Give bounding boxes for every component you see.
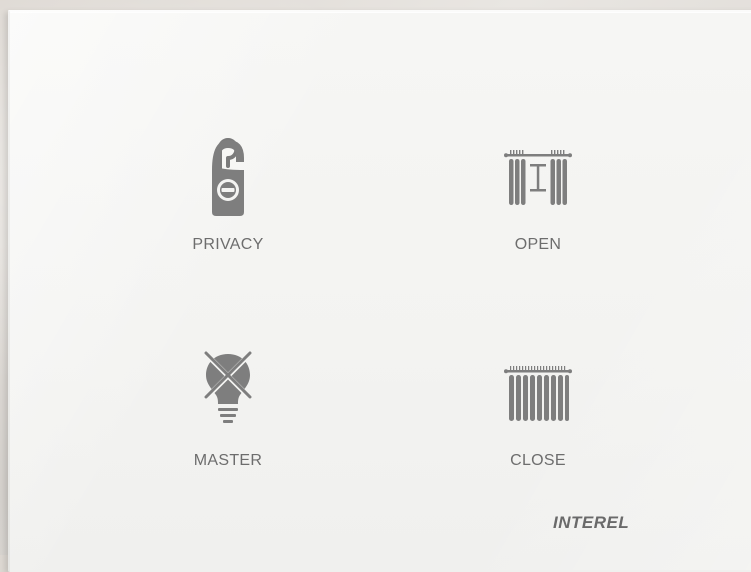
close-key[interactable]: CLOSE bbox=[458, 346, 618, 486]
privacy-label: PRIVACY bbox=[192, 236, 264, 253]
master-key[interactable]: MASTER bbox=[148, 346, 308, 486]
do-not-disturb-hanger-icon bbox=[212, 138, 244, 216]
curtain-open-icon bbox=[504, 150, 572, 205]
light-bulb-off-icon bbox=[204, 351, 252, 423]
close-label: CLOSE bbox=[510, 452, 566, 469]
curtain-close-icon bbox=[504, 366, 572, 421]
privacy-key[interactable]: PRIVACY bbox=[148, 130, 308, 270]
open-label: OPEN bbox=[514, 236, 562, 253]
interel-logo: INTEREL bbox=[553, 513, 630, 532]
open-key[interactable]: OPEN bbox=[458, 130, 618, 270]
switch-panel bbox=[8, 10, 751, 572]
master-label: MASTER bbox=[193, 452, 263, 469]
